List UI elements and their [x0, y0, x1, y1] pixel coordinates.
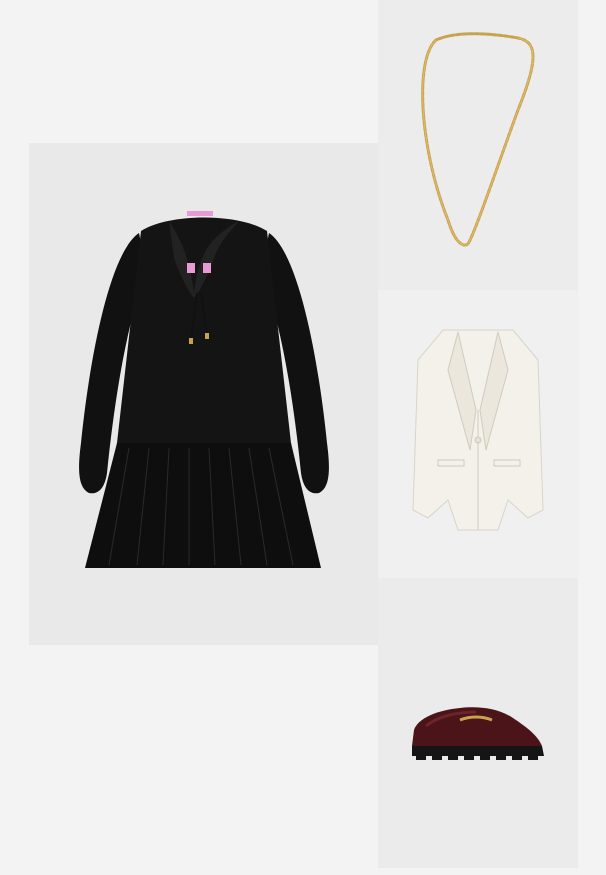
- necklace-product-tile[interactable]: [378, 0, 578, 290]
- burgundy-loafer-icon: [412, 707, 544, 760]
- blazer-product-tile[interactable]: [378, 290, 578, 578]
- black-ruffle-dress-icon: [79, 211, 329, 568]
- gold-chain-necklace-icon: [421, 32, 535, 247]
- white-blazer-icon: [412, 329, 544, 531]
- loafers-product-tile[interactable]: [378, 578, 578, 868]
- dress-product-tile[interactable]: [29, 143, 379, 645]
- brand-label: [187, 211, 213, 216]
